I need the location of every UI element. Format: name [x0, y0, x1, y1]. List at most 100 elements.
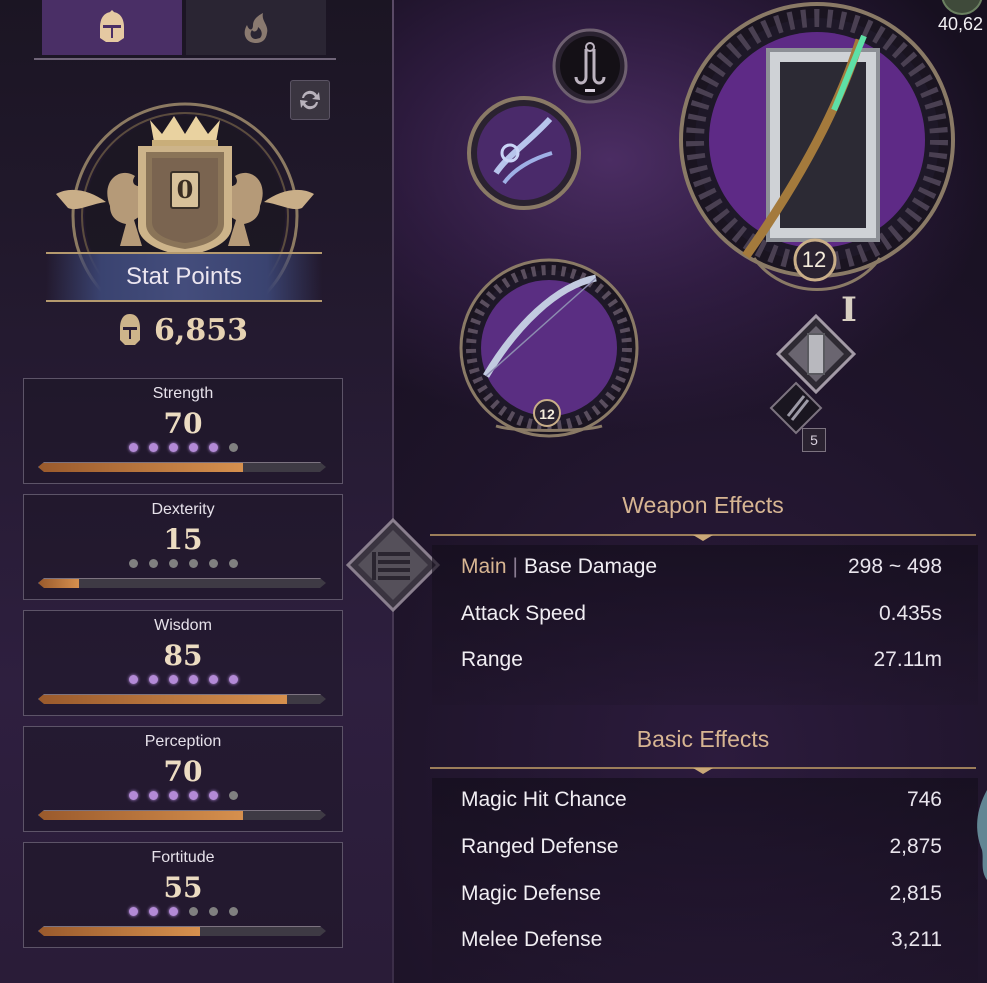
stat-dot — [228, 443, 238, 452]
hook-slot-icon[interactable] — [550, 27, 630, 105]
stat-name: Dexterity — [151, 501, 215, 518]
basic-effect-row: Melee Defense 3,211 — [461, 925, 942, 955]
weapon-effect-value: 0.435s — [878, 602, 942, 625]
stat-box-strength[interactable]: Strength 70 — [23, 378, 343, 484]
weapon-effect-value: 298 ~ 498 — [847, 555, 942, 578]
stat-progress-fill — [39, 463, 243, 472]
weapon-effect-value: 27.11m — [873, 648, 943, 671]
basic-effect-label: Magic Defense — [461, 882, 602, 905]
stat-progress-bar — [38, 578, 326, 588]
combat-power-value: 6,853 — [154, 312, 248, 348]
stat-dot — [148, 675, 158, 684]
panel-divider — [392, 0, 394, 983]
flame-leaf-icon — [244, 12, 268, 43]
weapon-effect-row: Main | Base Damage 298 ~ 498 — [461, 552, 942, 582]
crossbow-slot-icon[interactable] — [466, 95, 582, 211]
stat-name: Strength — [152, 385, 214, 402]
tab-skills[interactable] — [186, 0, 326, 55]
basic-effect-label: Ranged Defense — [461, 835, 619, 858]
stat-progress-bar — [38, 694, 326, 704]
stat-dot — [208, 675, 218, 684]
basic-effects-title: Basic Effects — [636, 726, 770, 752]
stat-name: Perception — [144, 733, 222, 750]
stat-dot — [208, 443, 218, 452]
stat-dot — [168, 675, 178, 684]
tab-character[interactable] — [42, 0, 182, 55]
combat-power: 6,853 — [116, 308, 266, 352]
stat-dot — [168, 443, 178, 452]
basic-effect-value: 746 — [906, 788, 942, 811]
stat-dot — [208, 791, 218, 800]
stat-dot — [128, 791, 138, 800]
stat-dot — [188, 907, 198, 916]
stat-level-dots — [24, 559, 342, 568]
stat-dot — [148, 443, 158, 452]
tag-separator: | — [512, 555, 518, 578]
stat-progress-fill — [39, 927, 200, 936]
weapon-effect-row: Attack Speed 0.435s — [461, 599, 942, 629]
weapon-effects-separator — [430, 534, 976, 541]
stat-box-wisdom[interactable]: Wisdom 85 — [23, 610, 343, 716]
weapon-effect-label: Base Damage — [524, 555, 658, 578]
stat-dot — [188, 559, 198, 568]
stat-progress-fill — [39, 579, 79, 588]
weapon-effect-label: Range — [461, 648, 523, 671]
stat-dot — [208, 559, 218, 568]
tab-bar — [34, 0, 336, 60]
stat-dot — [168, 559, 178, 568]
main-tag: Main — [461, 555, 507, 578]
stat-progress-fill — [39, 811, 243, 820]
equipment-slot-count: 5 — [802, 428, 826, 452]
stat-dot — [148, 907, 158, 916]
stat-value: 85 — [163, 639, 203, 672]
stat-value: 55 — [163, 871, 203, 904]
stat-points-available: 0 — [176, 174, 194, 204]
weapon-effect-row: Range 27.11m — [461, 645, 942, 675]
basic-effect-row: Magic Defense 2,815 — [461, 879, 942, 909]
stat-dot — [208, 907, 218, 916]
stat-box-fortitude[interactable]: Fortitude 55 — [23, 842, 343, 948]
stat-name: Fortitude — [151, 849, 215, 866]
knight-helmet-icon — [100, 9, 124, 42]
stat-value: 70 — [163, 755, 203, 788]
stat-level-dots — [24, 791, 342, 800]
stat-level-dots — [24, 443, 342, 452]
stat-dot — [188, 675, 198, 684]
stat-dot — [168, 791, 178, 800]
basic-effects-separator — [430, 767, 976, 774]
stat-dot — [148, 791, 158, 800]
edge-decoration — [977, 790, 987, 880]
stat-name: Wisdom — [154, 617, 212, 634]
stat-level-dots — [24, 907, 342, 916]
stat-progress-fill — [39, 695, 287, 704]
basic-effect-value: 2,875 — [889, 835, 942, 858]
basic-effect-value: 3,211 — [891, 928, 942, 951]
weapon-effects-title: Weapon Effects — [622, 492, 784, 518]
basic-effect-label: Melee Defense — [461, 928, 603, 951]
stat-dot — [148, 559, 158, 568]
stat-box-perception[interactable]: Perception 70 — [23, 726, 343, 832]
main-weapon-level-badge: 12 — [801, 247, 827, 272]
bow-level-badge: 12 — [539, 406, 555, 422]
stat-points-label: Stat Points — [125, 263, 243, 290]
stat-box-dexterity[interactable]: Dexterity 15 — [23, 494, 343, 600]
stat-level-dots — [24, 675, 342, 684]
stat-dot — [228, 559, 238, 568]
stat-dot — [168, 907, 178, 916]
basic-effect-label: Magic Hit Chance — [461, 788, 627, 811]
stat-dot — [128, 443, 138, 452]
basic-effect-row: Magic Hit Chance 746 — [461, 785, 942, 815]
stat-dot — [228, 675, 238, 684]
weapon-effect-label: Attack Speed — [461, 602, 586, 625]
basic-effect-row: Ranged Defense 2,875 — [461, 832, 942, 862]
stats-list-menu-button[interactable] — [344, 516, 442, 614]
stat-progress-bar — [38, 926, 326, 936]
stat-dot — [128, 675, 138, 684]
stat-points-banner: Stat Points — [46, 252, 322, 302]
stat-dot — [188, 443, 198, 452]
stat-progress-bar — [38, 462, 326, 472]
basic-effect-value: 2,815 — [889, 882, 942, 905]
stat-progress-bar — [38, 810, 326, 820]
knight-emblem-icon — [120, 314, 140, 345]
stat-dot — [228, 907, 238, 916]
